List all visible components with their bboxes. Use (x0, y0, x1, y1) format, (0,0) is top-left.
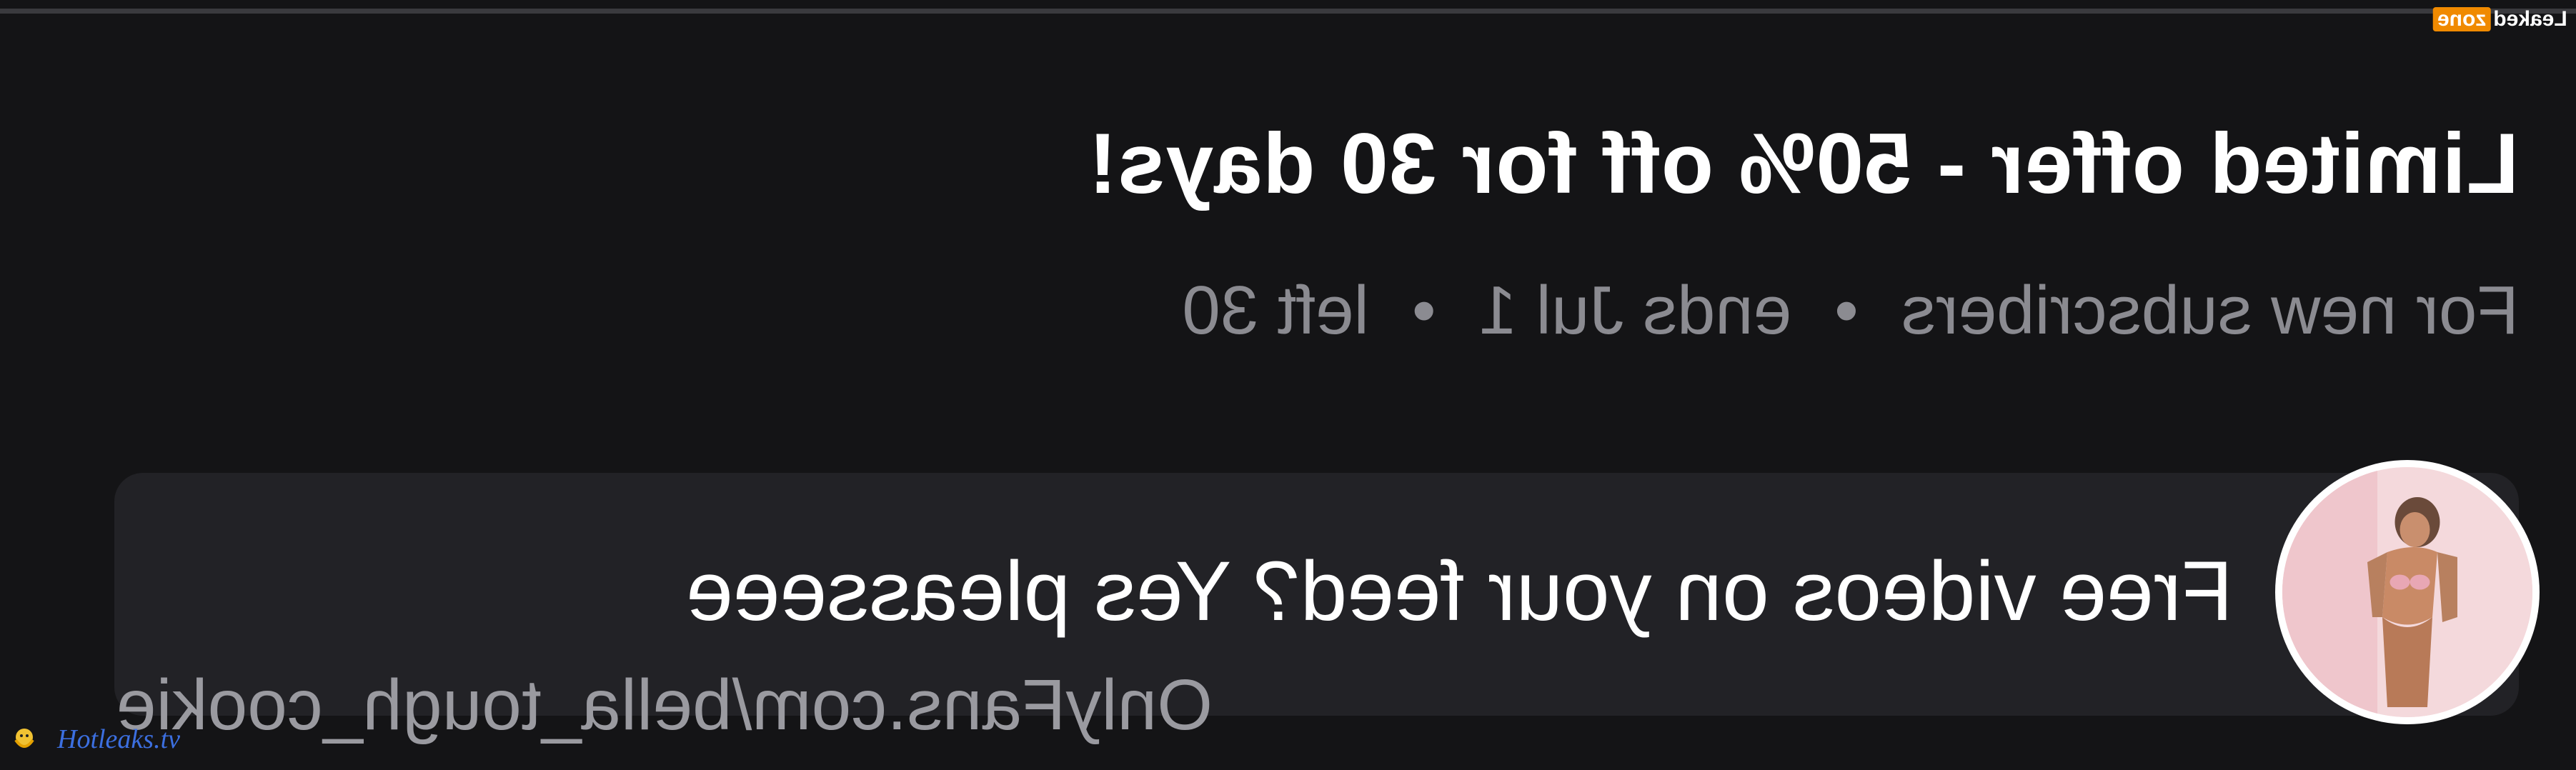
watermark-zone-badge: zone (2433, 7, 2491, 31)
avatar[interactable] (2275, 460, 2540, 724)
mirrored-content: Limited offer - 50% off for 30 days! For… (0, 0, 2576, 770)
top-divider (0, 9, 2576, 14)
meta-separator: • (1411, 272, 1436, 349)
avatar-image (2282, 467, 2532, 717)
hotleaks-logo-icon (14, 729, 34, 748)
leakedzone-watermark: Leaked zone (2433, 7, 2567, 31)
screenshot-stage: Limited offer - 50% off for 30 days! For… (0, 0, 2576, 770)
hotleaks-text: Hotleaks.tv (57, 724, 181, 754)
profile-link[interactable]: OnlyFans.com/bella_tough_cookie (116, 664, 1213, 746)
offer-left: left 30 (1182, 272, 1369, 349)
offer-title: Limited offer - 50% off for 30 days! (1088, 116, 2519, 211)
offer-meta: For new subscribers • ends Jul 1 • left 30 (1182, 271, 2519, 350)
hotleaks-watermark: Hotleaks.tv (9, 721, 180, 757)
offer-audience: For new subscribers (1901, 272, 2519, 349)
post-text: Free videos on your feed? Yes pleasseee (686, 544, 2233, 639)
avatar-photo (2282, 467, 2532, 717)
watermark-leaked-text: Leaked (2493, 7, 2567, 31)
offer-ends: ends Jul 1 (1478, 272, 1792, 349)
meta-separator: • (1834, 272, 1859, 349)
